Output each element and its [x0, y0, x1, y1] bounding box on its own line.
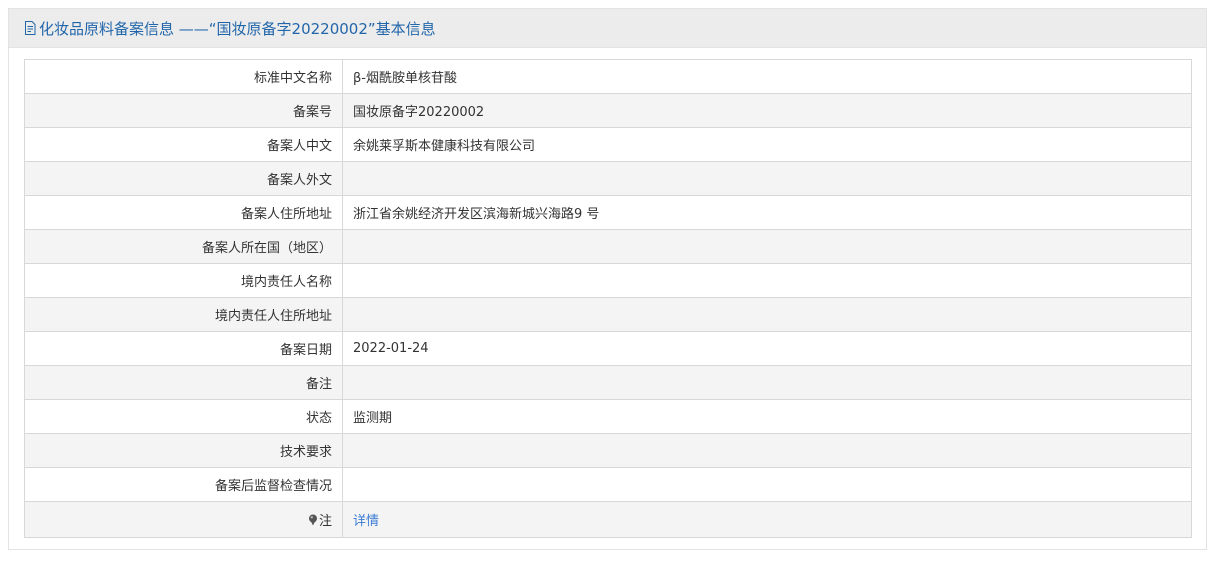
- table-row: 状态 监测期: [24, 399, 1192, 434]
- row-value: 浙江省余姚经济开发区滨海新城兴海路9 号: [342, 195, 1192, 230]
- row-label: 备案人所在国（地区）: [24, 229, 343, 264]
- row-value: β-烟酰胺单核苷酸: [342, 59, 1192, 94]
- document-icon: [24, 21, 36, 35]
- table-row: 备注: [24, 365, 1192, 400]
- table-row: 技术要求: [24, 433, 1192, 468]
- note-row: 注 详情: [24, 501, 1192, 538]
- info-panel: 化妆品原料备案信息 ——“国妆原备字20220002”基本信息 标准中文名称 β…: [8, 8, 1207, 550]
- table-row: 标准中文名称 β-烟酰胺单核苷酸: [24, 59, 1192, 94]
- row-label: 状态: [24, 399, 343, 434]
- row-label: 技术要求: [24, 433, 343, 468]
- row-value: [342, 433, 1192, 468]
- table-row: 备案日期 2022-01-24: [24, 331, 1192, 366]
- row-value: 监测期: [342, 399, 1192, 434]
- pin-icon: [308, 514, 318, 526]
- detail-link[interactable]: 详情: [353, 514, 379, 529]
- table-row: 备案人外文: [24, 161, 1192, 196]
- info-table: 标准中文名称 β-烟酰胺单核苷酸 备案号 国妆原备字20220002 备案人中文…: [24, 59, 1192, 538]
- row-value: [342, 297, 1192, 332]
- table-row: 境内责任人住所地址: [24, 297, 1192, 332]
- row-label: 境内责任人名称: [24, 263, 343, 298]
- row-value: [342, 229, 1192, 264]
- row-label: 备案人外文: [24, 161, 343, 196]
- row-label: 备案号: [24, 93, 343, 128]
- row-label: 备注: [24, 365, 343, 400]
- row-value: 国妆原备字20220002: [342, 93, 1192, 128]
- row-value: [342, 263, 1192, 298]
- row-value: [342, 161, 1192, 196]
- row-label: 备案后监督检查情况: [24, 467, 343, 502]
- table-row: 备案人住所地址 浙江省余姚经济开发区滨海新城兴海路9 号: [24, 195, 1192, 230]
- row-value: [342, 467, 1192, 502]
- row-label: 备案人中文: [24, 127, 343, 162]
- row-value: [342, 365, 1192, 400]
- note-value-cell: 详情: [342, 501, 1192, 538]
- row-value: 余姚莱孚斯本健康科技有限公司: [342, 127, 1192, 162]
- note-label-cell: 注: [24, 501, 343, 538]
- table-row: 备案人中文 余姚莱孚斯本健康科技有限公司: [24, 127, 1192, 162]
- table-row: 备案人所在国（地区）: [24, 229, 1192, 264]
- row-label: 备案人住所地址: [24, 195, 343, 230]
- row-label: 境内责任人住所地址: [24, 297, 343, 332]
- row-label: 标准中文名称: [24, 59, 343, 94]
- table-row: 备案后监督检查情况: [24, 467, 1192, 502]
- table-row: 境内责任人名称: [24, 263, 1192, 298]
- panel-header: 化妆品原料备案信息 ——“国妆原备字20220002”基本信息: [9, 9, 1206, 48]
- page-title: 化妆品原料备案信息 ——“国妆原备字20220002”基本信息: [39, 19, 436, 38]
- table-row: 备案号 国妆原备字20220002: [24, 93, 1192, 128]
- row-label: 备案日期: [24, 331, 343, 366]
- row-value: 2022-01-24: [342, 331, 1192, 366]
- note-label: 注: [318, 514, 332, 529]
